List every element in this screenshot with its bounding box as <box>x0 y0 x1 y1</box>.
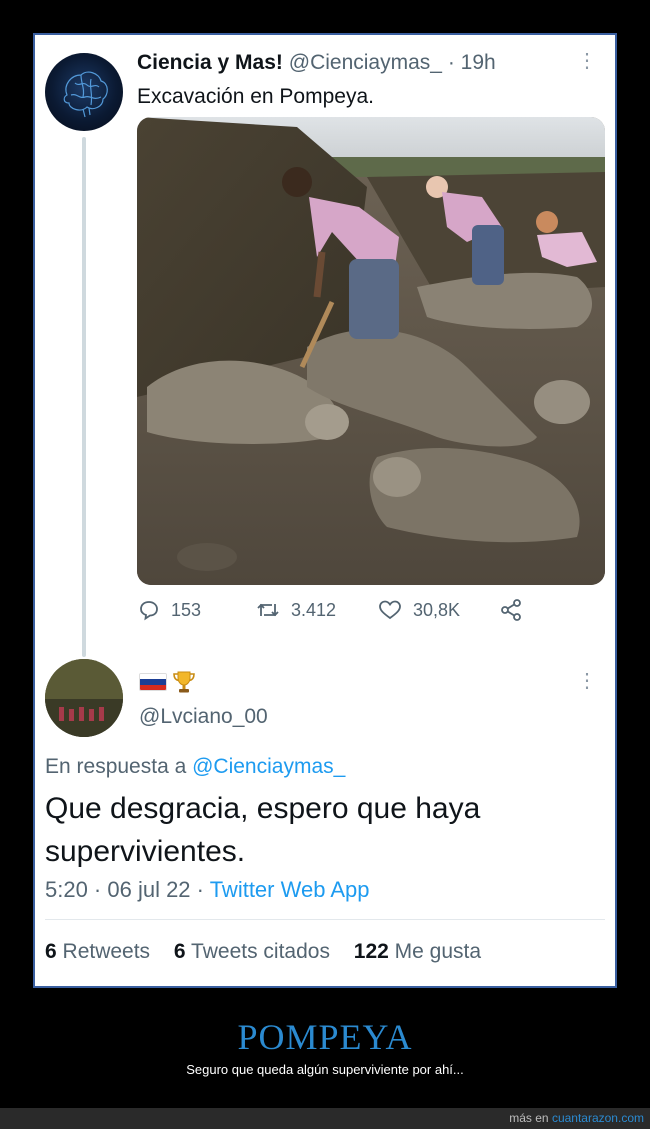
tweet-screenshot: Ciencia y Mas! @Cienciaymas_ · 19h ⋮ Exc… <box>33 33 617 988</box>
retweets-count: 6 <box>45 940 57 963</box>
avatar-photo <box>45 659 123 737</box>
in-reply-to-link[interactable]: @Cienciaymas_ <box>192 755 345 778</box>
reply-count: 153 <box>171 599 202 620</box>
share-icon <box>501 599 521 621</box>
retweets-label: Retweets <box>56 940 151 963</box>
reply-timestamp[interactable]: 5:20 · 06 jul 22 · <box>45 877 210 902</box>
russia-flag-icon <box>139 673 167 691</box>
reply-avatar[interactable] <box>45 659 123 737</box>
tweet-time[interactable]: 19h <box>461 51 496 74</box>
reply-source-link[interactable]: Twitter Web App <box>210 877 370 902</box>
tweet-actions: 153 3.412 30,8K <box>137 598 537 628</box>
heart-icon <box>379 600 401 620</box>
excavation-photo <box>137 117 605 585</box>
reply-icon <box>140 601 158 621</box>
retweet-icon <box>257 603 279 617</box>
author-handle[interactable]: @Cienciaymas_ <box>289 51 442 74</box>
brain-icon <box>63 71 108 118</box>
retweet-count: 3.412 <box>291 599 337 620</box>
tweet-header: Ciencia y Mas! @Cienciaymas_ · 19h <box>137 51 496 75</box>
share-button[interactable] <box>499 598 533 622</box>
separator: · <box>447 51 455 74</box>
divider <box>45 919 605 920</box>
likes-label: Me gusta <box>388 940 482 963</box>
in-reply-to: En respuesta a @Cienciaymas_ <box>45 755 345 779</box>
flag-stripe-red <box>140 684 166 690</box>
footer-prefix: más en <box>509 1111 552 1125</box>
thread-line <box>82 137 86 657</box>
post-title: POMPEYA <box>237 1017 413 1057</box>
like-button[interactable]: 30,8K <box>377 598 460 622</box>
avatar[interactable] <box>45 53 123 131</box>
quotes-stat[interactable]: 6 Tweets citados <box>174 940 330 963</box>
like-count: 30,8K <box>413 599 461 620</box>
in-reply-prefix: En respuesta a <box>45 755 193 778</box>
footer-site-link[interactable]: cuantarazon.com <box>552 1111 644 1125</box>
retweet-button[interactable]: 3.412 <box>255 598 336 622</box>
tweet-text: Excavación en Pompeya. <box>137 85 374 108</box>
reply-stats: 6 Retweets 6 Tweets citados 122 Me gusta <box>45 940 499 964</box>
footer-text: más en cuantarazon.com <box>509 1111 644 1125</box>
retweets-stat[interactable]: 6 Retweets <box>45 940 150 963</box>
reply-meta: 5:20 · 06 jul 22 · Twitter Web App <box>45 877 369 903</box>
reply-author-handle[interactable]: @Lvciano_00 <box>139 705 268 729</box>
trophy-icon <box>173 671 195 693</box>
footer-bar: más en cuantarazon.com <box>0 1108 650 1129</box>
likes-stat[interactable]: 122 Me gusta <box>354 940 481 963</box>
reply-more-options-icon[interactable]: ⋮ <box>577 671 597 691</box>
tweet-photo[interactable] <box>137 117 605 585</box>
quotes-count: 6 <box>173 940 186 963</box>
post-subtitle: Seguro que queda algún superviviente por… <box>186 1062 464 1077</box>
reply-button[interactable]: 153 <box>137 598 201 622</box>
likes-count: 122 <box>353 940 389 963</box>
reply-text: Que desgracia, espero que haya supervivi… <box>45 792 481 868</box>
author-name[interactable]: Ciencia y Mas! <box>137 51 283 74</box>
more-options-icon[interactable]: ⋮ <box>577 51 597 71</box>
quotes-label: Tweets citados <box>185 940 330 963</box>
